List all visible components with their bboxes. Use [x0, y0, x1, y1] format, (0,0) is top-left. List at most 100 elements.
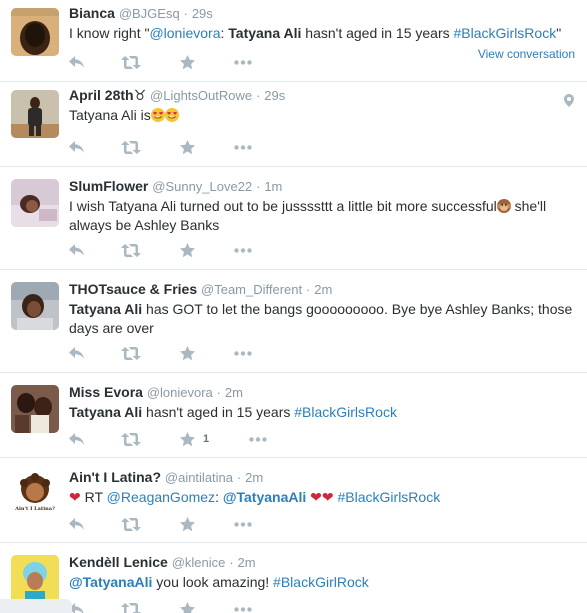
tweet[interactable]: April 28th♉ @LightsOutRowe · 29s Tatyana…	[0, 82, 587, 167]
username[interactable]: @lonievora	[147, 385, 213, 400]
timestamp[interactable]: 2m	[314, 282, 332, 297]
timestamp[interactable]: 29s	[192, 6, 213, 21]
username[interactable]: @BJGEsq	[119, 6, 180, 21]
timestamp[interactable]: 29s	[264, 88, 285, 103]
tweet-text: @TatyanaAli you look amazing! #BlackGirl…	[69, 573, 577, 592]
star-icon[interactable]	[180, 515, 195, 533]
tweet-link[interactable]: #BlackGirlRock	[273, 574, 369, 590]
tweet-text-segment: "	[556, 25, 562, 41]
tweet-text: ❤ RT @ReaganGomez: @TatyanaAli ❤❤ #Black…	[69, 488, 577, 507]
reply-icon[interactable]	[69, 138, 85, 156]
tweet[interactable]: THOTsauce & Fries @Team_Different · 2m T…	[0, 270, 587, 373]
separator: ·	[256, 179, 261, 194]
tweet[interactable]: Ain't I Latina? Ain't I Latina? @aintila…	[0, 458, 587, 543]
tweet-link[interactable]: #BlackGirlsRock	[338, 489, 441, 505]
timestamp[interactable]: 2m	[225, 385, 243, 400]
star-icon[interactable]	[180, 344, 195, 362]
username[interactable]: @Team_Different	[201, 282, 302, 297]
retweet-icon[interactable]	[121, 515, 141, 533]
star-icon[interactable]	[180, 53, 195, 71]
tweet-feed: Bianca @BJGEsq · 29s I know right "@loni…	[0, 0, 587, 613]
retweet-icon[interactable]	[121, 344, 141, 362]
username[interactable]: @aintilatina	[165, 470, 233, 485]
tweet-text-segment: Tatyana Ali is	[69, 107, 151, 123]
star-icon[interactable]: 1	[180, 430, 209, 448]
scrollbar-corner[interactable]	[0, 599, 72, 613]
avatar-caption: Ain't I Latina?	[15, 506, 55, 512]
more-icon[interactable]	[234, 53, 252, 71]
avatar[interactable]	[11, 282, 59, 330]
fullname[interactable]: Kendèll Lenice	[69, 554, 168, 570]
tweet-link[interactable]: #BlackGirlsRock	[294, 404, 397, 420]
retweet-icon[interactable]	[121, 600, 141, 613]
more-icon[interactable]	[249, 430, 267, 448]
tweet-text: Tatyana Ali is	[69, 106, 577, 125]
tweet-text: Tatyana Ali has GOT to let the bangs goo…	[69, 300, 577, 338]
separator: ·	[216, 385, 222, 400]
location-pin-icon[interactable]	[564, 94, 574, 112]
tweet[interactable]: SlumFlower @Sunny_Love22 · 1m I wish Tat…	[0, 167, 587, 270]
avatar[interactable]	[11, 179, 59, 227]
highlighted-text: Tatyana Ali	[69, 404, 143, 420]
heart-icon: ❤	[69, 489, 81, 505]
more-icon[interactable]	[234, 344, 252, 362]
fullname[interactable]: THOTsauce & Fries	[69, 281, 197, 297]
tweet-text: I wish Tatyana Ali turned out to be juss…	[69, 197, 577, 235]
more-icon[interactable]	[234, 600, 252, 613]
more-icon[interactable]	[234, 241, 252, 259]
tweet[interactable]: Kendèll Lenice @klenice · 2m @TatyanaAli…	[0, 543, 587, 613]
heart-eyes-icon	[150, 108, 165, 122]
more-icon[interactable]	[234, 515, 252, 533]
avatar[interactable]	[11, 555, 59, 603]
fullname[interactable]: SlumFlower	[69, 178, 148, 194]
monkey-face-icon	[496, 199, 511, 213]
tweet-text-segment: you look amazing!	[152, 574, 274, 590]
fullname[interactable]: April 28th♉	[69, 87, 146, 103]
timestamp[interactable]: 1m	[264, 179, 282, 194]
avatar[interactable]	[11, 90, 59, 138]
more-icon[interactable]	[234, 138, 252, 156]
tweet-link[interactable]: @lonievora	[149, 25, 220, 41]
fullname[interactable]: Miss Evora	[69, 384, 143, 400]
separator: ·	[306, 282, 311, 297]
reply-icon[interactable]	[69, 241, 85, 259]
tweet-text-segment: hasn't aged in 15 years	[301, 25, 454, 41]
tweet-text-segment: hasn't aged in 15 years	[142, 404, 295, 420]
retweet-icon[interactable]	[121, 241, 141, 259]
username[interactable]: @LightsOutRowe	[150, 88, 252, 103]
tweet-link[interactable]: @ReaganGomez	[107, 489, 215, 505]
tweet-text-segment: RT	[80, 489, 107, 505]
reply-icon[interactable]	[69, 430, 85, 448]
tweet-link[interactable]: #BlackGirlsRock	[454, 25, 557, 41]
retweet-icon[interactable]	[121, 138, 141, 156]
avatar[interactable]: Ain't I Latina?	[11, 470, 59, 518]
tweet-text: Tatyana Ali hasn't aged in 15 years #Bla…	[69, 403, 577, 422]
favorite-count: 1	[203, 433, 210, 445]
separator: ·	[183, 6, 188, 21]
heart-icon: ❤❤	[310, 489, 334, 505]
reply-icon[interactable]	[69, 344, 85, 362]
avatar[interactable]	[11, 385, 59, 433]
view-conversation-link[interactable]: View conversation	[478, 47, 575, 61]
reply-icon[interactable]	[69, 53, 85, 71]
timestamp[interactable]: 2m	[238, 555, 256, 570]
star-icon[interactable]	[180, 138, 195, 156]
highlighted-text: Tatyana Ali	[228, 25, 302, 41]
username[interactable]: @klenice	[172, 555, 226, 570]
reply-icon[interactable]	[69, 515, 85, 533]
username[interactable]: @Sunny_Love22	[152, 179, 252, 194]
separator: ·	[229, 555, 234, 570]
tweet[interactable]: Bianca @BJGEsq · 29s I know right "@loni…	[0, 0, 587, 82]
retweet-icon[interactable]	[121, 53, 141, 71]
avatar[interactable]	[11, 8, 59, 56]
timestamp[interactable]: 2m	[245, 470, 263, 485]
mention-link[interactable]: @TatyanaAli	[69, 574, 152, 590]
fullname[interactable]: Bianca	[69, 5, 115, 21]
star-icon[interactable]	[180, 600, 195, 613]
mention-link[interactable]: @TatyanaAli	[223, 489, 306, 505]
separator: ·	[236, 470, 242, 485]
fullname[interactable]: Ain't I Latina?	[69, 469, 161, 485]
star-icon[interactable]	[180, 241, 195, 259]
tweet[interactable]: Miss Evora @lonievora · 2m Tatyana Ali h…	[0, 373, 587, 458]
retweet-icon[interactable]	[121, 430, 141, 448]
